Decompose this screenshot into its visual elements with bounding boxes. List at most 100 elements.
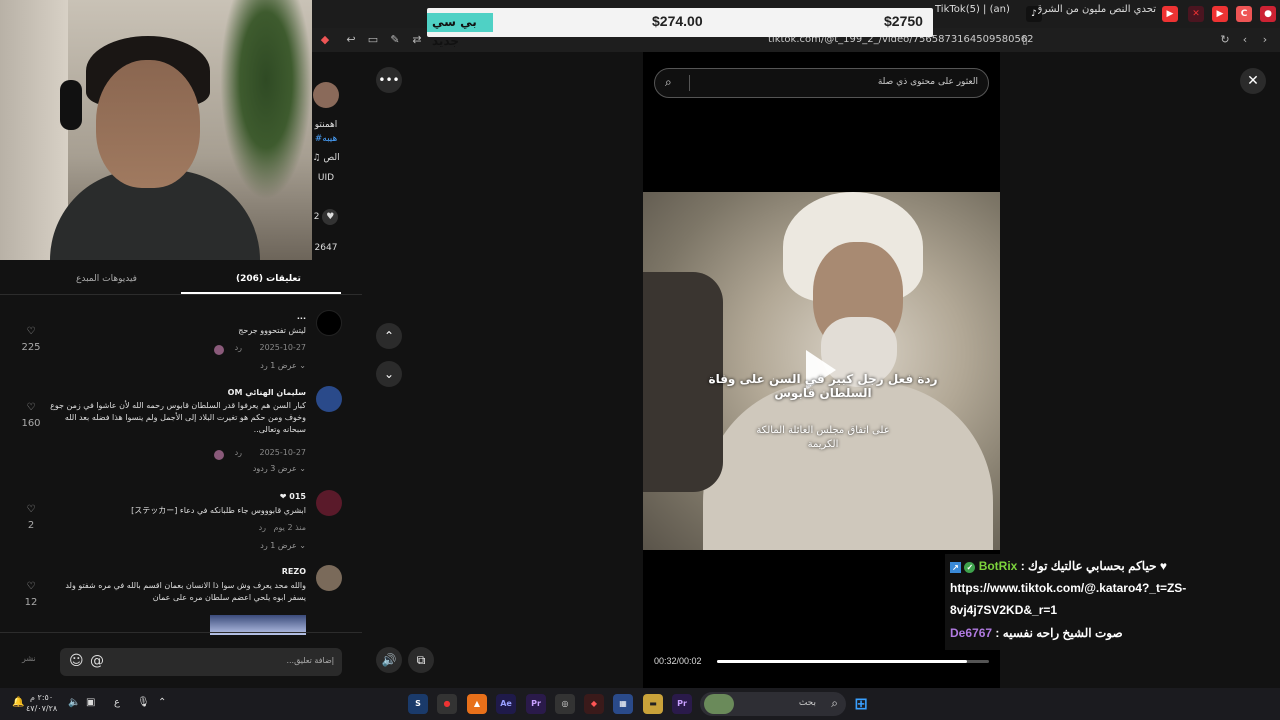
comment-author[interactable]: ... (297, 312, 306, 321)
comment-author[interactable]: 015 ❤ (280, 492, 306, 501)
view-replies-button[interactable]: ⌄ عرض 3 ردود (253, 464, 306, 473)
post-button[interactable]: نشر (22, 654, 36, 663)
comment-text: والله محد يعرف وش سوا ذا الانسان بعمان ا… (65, 581, 306, 602)
heart-icon[interactable]: ♡ (22, 326, 40, 337)
more-options-button[interactable]: ••• (376, 67, 402, 93)
like-count: 225 (21, 342, 41, 353)
comment-author[interactable]: REZO (282, 567, 306, 576)
comment-item: ... ليتش تفتحووو جرحج 2025-10-27 رد ⌄ عر… (0, 310, 362, 374)
reply-button[interactable]: رد (235, 448, 242, 457)
obs-icon[interactable]: ● (437, 694, 457, 714)
emoji-icon[interactable]: ☺ (69, 653, 84, 669)
tray-expand-icon[interactable]: ⌃ (158, 697, 166, 708)
video-caption: ردة فعل رجل كبير في السن على وفاة السلطا… (708, 372, 938, 400)
tab-favicon-icon[interactable]: ● (1260, 6, 1276, 22)
clock[interactable]: ٢:٥٠ م ٤٧/٠٧/٢٨ (26, 692, 57, 714)
heart-icon[interactable]: ♡ (22, 402, 40, 413)
steam-icon[interactable]: S (408, 694, 428, 714)
app-icon[interactable]: ◎ (555, 694, 575, 714)
search-placeholder: العثور على محتوى ذي صلة (877, 77, 978, 87)
heart-icon[interactable]: ♡ (22, 504, 40, 515)
comment-input-placeholder: إضافة تعليق... (286, 656, 334, 665)
ticker-new-badge: بي سي جديد (427, 13, 493, 48)
search-icon[interactable]: ⌕ (665, 75, 672, 90)
mention-icon[interactable]: @ (90, 653, 104, 669)
chat-message: De6767 : صوت الشيخ راحه نفسيه (950, 626, 1123, 640)
after-effects-icon[interactable]: Ae (496, 694, 516, 714)
view-replies-button[interactable]: ⌄ عرض 1 رد (260, 541, 306, 550)
creator-avatar[interactable] (312, 82, 340, 108)
ticker-price: $2750 (884, 13, 923, 29)
avatar[interactable] (316, 386, 342, 412)
screen-icon[interactable]: ▭ (366, 33, 380, 47)
tab-tiktok[interactable]: (an) | TikTok(5) (935, 4, 1010, 24)
brave-shield-icon[interactable]: ◆ (318, 33, 332, 47)
tab-youtube-challenge[interactable]: تحدي النص مليون من الشرق للغرب بالك (1038, 4, 1156, 24)
share-icon[interactable]: ⇄ (410, 33, 424, 47)
heart-icon[interactable]: ♥ (322, 209, 339, 225)
chat-message: ↗ ✓ BotRix : حياكم بحسابي عالتيك توك ♥ (950, 559, 1167, 573)
heart-icon[interactable]: ♡ (22, 581, 40, 592)
related-search-input[interactable]: ⌕ العثور على محتوى ذي صلة (654, 68, 989, 98)
comment-date: منذ 2 يوم (273, 523, 306, 532)
creator-liked-avatar (214, 345, 224, 355)
mic-icon[interactable]: 🎙 (137, 697, 150, 708)
folder-icon[interactable]: ▬ (643, 694, 663, 714)
like-count: 160 (21, 418, 41, 429)
taskbar: 🔔 ٢:٥٠ م ٤٧/٠٧/٢٨ 🔈 ▣ ع 🎙 ⌃ S ● ▲ Ae Pr … (0, 688, 1280, 720)
chat-link[interactable]: 8vj4j7SV2KD&_r=1 (950, 603, 1057, 617)
volume-tray-icon[interactable]: 🔈 (68, 697, 80, 708)
price-ticker: بي سي جديد $274.00 $2750 (427, 8, 933, 48)
avatar[interactable] (316, 310, 342, 336)
search-highlight-icon (704, 694, 734, 714)
network-icon[interactable]: ▣ (86, 697, 95, 708)
comment-input[interactable]: ☺ @ إضافة تعليق... (60, 648, 342, 676)
verified-icon: ✓ (964, 562, 976, 573)
windows-start-icon[interactable]: ⊞ (851, 694, 871, 714)
next-video-button[interactable]: ⌄ (376, 361, 402, 387)
video-caption: على اتفاق مجلس العائلة المالكة الكريمة (756, 425, 890, 450)
chat-link[interactable]: https://www.tiktok.com/@.kataro4?_t=ZS- (950, 581, 1186, 595)
tab-favicon-icon[interactable]: ✕ (1188, 6, 1204, 22)
comments-tabs: تعليقات (206) فيديوهات المبدع (0, 260, 362, 296)
brave-icon[interactable]: ◆ (584, 694, 604, 714)
sound-link[interactable]: ♫ الص (312, 153, 340, 163)
pip-icon[interactable]: ⧉ (408, 647, 434, 673)
video-frame[interactable]: ردة فعل رجل كبير في السن على وفاة السلطا… (643, 192, 1000, 550)
tab-favicon-icon[interactable]: C (1236, 6, 1252, 22)
store-icon[interactable]: ▦ (613, 694, 633, 714)
vlc-icon[interactable]: ▲ (467, 694, 487, 714)
premiere-icon[interactable]: Pr (672, 694, 692, 714)
notification-icon[interactable]: 🔔 (12, 697, 24, 708)
edit-icon[interactable]: ✎ (388, 33, 402, 47)
chat-username: BotRix (978, 559, 1018, 573)
avatar[interactable] (316, 565, 342, 591)
youtube-favicon-icon[interactable]: ▶ (1212, 6, 1228, 22)
reply-button[interactable]: رد (235, 343, 242, 352)
tab-comments[interactable]: تعليقات (206) (236, 274, 301, 284)
chat-text: : صوت الشيخ راحه نفسيه (995, 626, 1123, 640)
share-count: 2647 (314, 243, 338, 253)
hashtag-link[interactable]: #هيبه (312, 134, 340, 144)
reply-icon[interactable]: ↩ (344, 33, 358, 47)
volume-icon[interactable]: 🔊 (376, 647, 402, 673)
language-indicator[interactable]: ع (114, 697, 120, 708)
like-count: 2 (27, 520, 35, 531)
previous-video-button[interactable]: ⌃ (376, 323, 402, 349)
comment-author[interactable]: سليمان الهنائي OM (228, 388, 306, 397)
stream-chat-overlay: ↗ ✓ BotRix : حياكم بحسابي عالتيك توك ♥ h… (945, 554, 1280, 650)
chat-text: : حياكم بحسابي عالتيك توك ♥ (1020, 559, 1167, 573)
reply-button[interactable]: رد (259, 523, 266, 532)
avatar[interactable] (316, 490, 342, 516)
bookmark-icon[interactable]: ▯ (1018, 33, 1032, 47)
video-progress-bar[interactable] (717, 660, 989, 663)
taskbar-search[interactable]: بحث ⌕ (700, 692, 846, 716)
forward-icon[interactable]: › (1258, 33, 1272, 47)
back-icon[interactable]: ‹ (1238, 33, 1252, 47)
view-replies-button[interactable]: ⌄ عرض 1 رد (260, 361, 306, 370)
close-button[interactable]: ✕ (1240, 68, 1266, 94)
reload-icon[interactable]: ↻ (1218, 33, 1232, 47)
tab-creator-videos[interactable]: فيديوهات المبدع (76, 274, 137, 284)
premiere-icon[interactable]: Pr (526, 694, 546, 714)
youtube-favicon-icon[interactable]: ▶ (1162, 6, 1178, 22)
